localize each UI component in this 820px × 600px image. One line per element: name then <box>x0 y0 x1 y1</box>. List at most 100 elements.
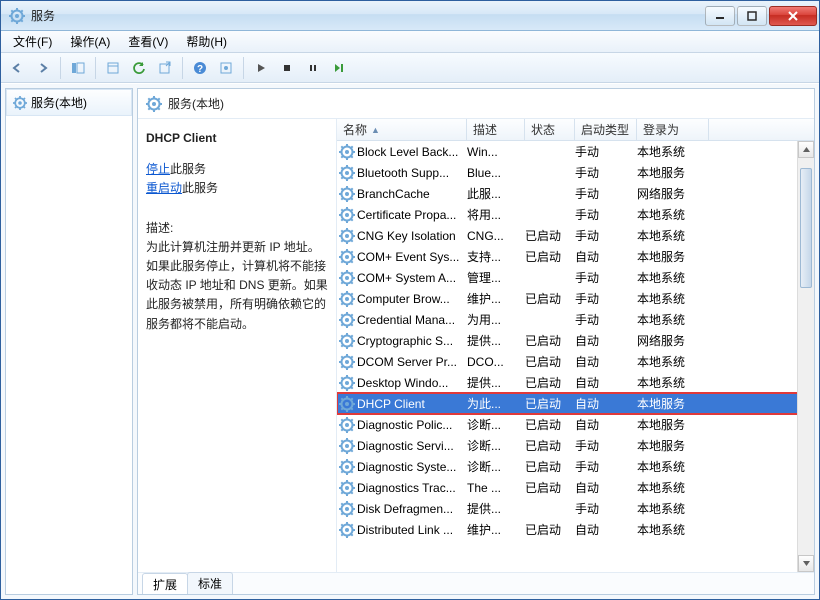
vertical-scrollbar[interactable] <box>797 141 814 572</box>
service-row[interactable]: Diagnostic Syste...诊断...已启动手动本地系统 <box>337 456 814 477</box>
row-logon: 网络服务 <box>637 185 709 202</box>
service-row[interactable]: COM+ Event Sys...支持...已启动自动本地服务 <box>337 246 814 267</box>
service-row[interactable]: DCOM Server Pr...DCO...已启动自动本地系统 <box>337 351 814 372</box>
row-status: 已启动 <box>525 416 575 433</box>
row-logon: 本地系统 <box>637 458 709 475</box>
stop-service-link[interactable]: 停止 <box>146 162 170 176</box>
scroll-down-button[interactable] <box>798 555 814 572</box>
col-logon[interactable]: 登录为 <box>637 119 709 140</box>
title-bar[interactable]: 服务 <box>1 1 819 31</box>
maximize-button[interactable] <box>737 6 767 26</box>
service-row[interactable]: Distributed Link ...维护...已启动自动本地系统 <box>337 519 814 540</box>
properties-button[interactable] <box>101 56 125 80</box>
row-name: Diagnostics Trac... <box>357 481 456 495</box>
service-row[interactable]: Block Level Back...Win...手动本地系统 <box>337 141 814 162</box>
service-row[interactable]: Credential Mana...为用...手动本地系统 <box>337 309 814 330</box>
export-button[interactable] <box>153 56 177 80</box>
toolbar-sep <box>60 57 61 79</box>
gear-icon <box>339 249 355 265</box>
restart-suffix: 此服务 <box>182 181 218 195</box>
row-desc: The ... <box>467 481 525 495</box>
row-name: Cryptographic S... <box>357 334 453 348</box>
menu-view[interactable]: 查看(V) <box>120 31 176 52</box>
scroll-thumb[interactable] <box>800 168 812 288</box>
row-startup: 手动 <box>575 206 637 223</box>
scroll-up-button[interactable] <box>798 141 814 158</box>
row-name: COM+ System A... <box>357 271 456 285</box>
gear-icon <box>339 354 355 370</box>
service-row[interactable]: Disk Defragmen...提供...手动本地系统 <box>337 498 814 519</box>
row-desc: 诊断... <box>467 458 525 475</box>
tree-root-label: 服务(本地) <box>31 94 87 111</box>
row-startup: 手动 <box>575 185 637 202</box>
row-desc: 为用... <box>467 311 525 328</box>
scroll-track[interactable] <box>798 158 814 555</box>
refresh-button[interactable] <box>127 56 151 80</box>
window-title: 服务 <box>31 7 703 24</box>
service-row[interactable]: BranchCache此服...手动网络服务 <box>337 183 814 204</box>
row-status: 已启动 <box>525 437 575 454</box>
restart-service-link[interactable]: 重启动 <box>146 181 182 195</box>
help-button[interactable]: ? <box>188 56 212 80</box>
service-row[interactable]: Desktop Windo...提供...已启动自动本地系统 <box>337 372 814 393</box>
row-startup: 手动 <box>575 269 637 286</box>
row-status: 已启动 <box>525 248 575 265</box>
restart-service-button[interactable] <box>327 56 351 80</box>
row-desc: 将用... <box>467 206 525 223</box>
tab-extended[interactable]: 扩展 <box>142 573 188 595</box>
row-startup: 自动 <box>575 521 637 538</box>
row-status: 已启动 <box>525 395 575 412</box>
pause-service-button[interactable] <box>301 56 325 80</box>
gear-icon <box>339 459 355 475</box>
service-row[interactable]: CNG Key IsolationCNG...已启动手动本地系统 <box>337 225 814 246</box>
body-split: 服务(本地) 服务(本地) DHCP Client 停止此服务 重启动此服务 描… <box>1 83 819 599</box>
service-row[interactable]: Certificate Propa... 将用... 手动本地系统 <box>337 204 814 225</box>
menu-file[interactable]: 文件(F) <box>5 31 60 52</box>
close-button[interactable] <box>769 6 817 26</box>
gear-icon <box>339 333 355 349</box>
minimize-button[interactable] <box>705 6 735 26</box>
row-name: Certificate Propa... <box>357 208 456 222</box>
col-startup[interactable]: 启动类型 <box>575 119 637 140</box>
stop-suffix: 此服务 <box>170 162 206 176</box>
tree-root-services[interactable]: 服务(本地) <box>6 89 132 116</box>
service-row[interactable]: DHCP Client为此...已启动自动本地服务 <box>337 393 814 414</box>
action-button[interactable] <box>214 56 238 80</box>
row-startup: 自动 <box>575 395 637 412</box>
col-status[interactable]: 状态 <box>525 119 575 140</box>
service-row[interactable]: Computer Brow...维护...已启动手动本地系统 <box>337 288 814 309</box>
col-desc[interactable]: 描述 <box>467 119 525 140</box>
toolbar-sep <box>95 57 96 79</box>
row-name: Diagnostic Servi... <box>357 439 454 453</box>
service-row[interactable]: Diagnostic Servi...诊断...已启动手动本地服务 <box>337 435 814 456</box>
view-tabs: 扩展 标准 <box>138 572 814 594</box>
menu-help[interactable]: 帮助(H) <box>178 31 235 52</box>
detail-pane: DHCP Client 停止此服务 重启动此服务 描述: 为此计算机注册并更新 … <box>138 119 336 572</box>
row-logon: 本地系统 <box>637 206 709 223</box>
list-body[interactable]: Block Level Back...Win...手动本地系统Bluetooth… <box>337 141 814 572</box>
service-row[interactable]: Cryptographic S...提供...已启动自动网络服务 <box>337 330 814 351</box>
row-startup: 自动 <box>575 332 637 349</box>
row-desc: 此服... <box>467 185 525 202</box>
tab-standard[interactable]: 标准 <box>187 572 233 594</box>
row-name: DHCP Client <box>357 397 425 411</box>
start-service-button[interactable] <box>249 56 273 80</box>
menu-action[interactable]: 操作(A) <box>62 31 118 52</box>
row-startup: 手动 <box>575 437 637 454</box>
row-logon: 本地系统 <box>637 143 709 160</box>
service-row[interactable]: Diagnostics Trac...The ...已启动自动本地系统 <box>337 477 814 498</box>
col-name[interactable]: 名称▲ <box>337 119 467 140</box>
row-status: 已启动 <box>525 353 575 370</box>
stop-service-button[interactable] <box>275 56 299 80</box>
service-row[interactable]: Bluetooth Supp...Blue...手动本地服务 <box>337 162 814 183</box>
row-logon: 本地服务 <box>637 164 709 181</box>
show-hide-tree-button[interactable] <box>66 56 90 80</box>
row-startup: 手动 <box>575 290 637 307</box>
service-row[interactable]: COM+ System A...管理...手动本地系统 <box>337 267 814 288</box>
service-row[interactable]: Diagnostic Polic...诊断...已启动自动本地服务 <box>337 414 814 435</box>
back-button[interactable] <box>5 56 29 80</box>
forward-button[interactable] <box>31 56 55 80</box>
row-desc: DCO... <box>467 355 525 369</box>
row-desc: 维护... <box>467 290 525 307</box>
row-startup: 自动 <box>575 416 637 433</box>
